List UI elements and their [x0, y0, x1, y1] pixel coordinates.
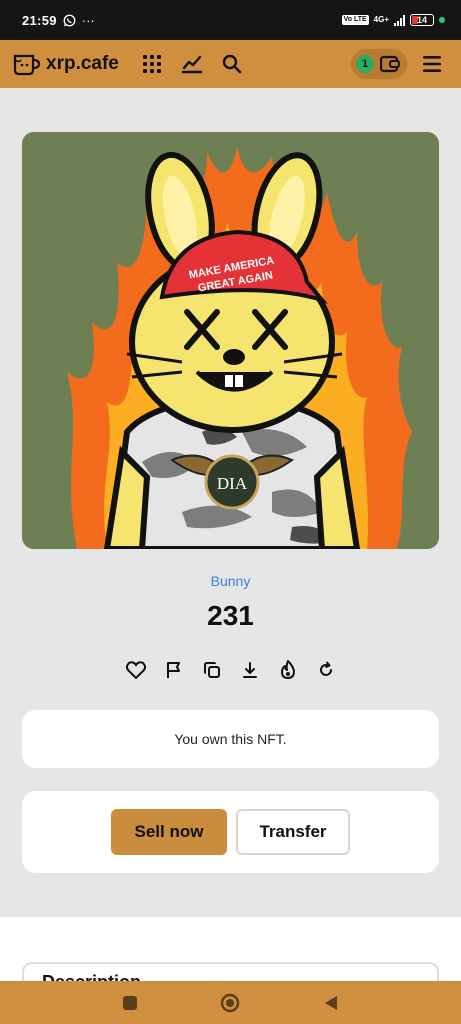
whatsapp-icon	[63, 14, 76, 26]
recent-apps-button[interactable]	[115, 988, 145, 1018]
heart-icon	[125, 661, 146, 679]
app-header: xrp.cafe 1	[0, 40, 461, 88]
burn-button[interactable]	[276, 658, 300, 682]
back-button[interactable]	[316, 988, 346, 1018]
more-notifications-indicator: ···	[81, 12, 95, 28]
system-nav-bar	[0, 981, 461, 1024]
menu-button[interactable]	[415, 47, 449, 81]
download-button[interactable]	[238, 658, 262, 682]
sell-now-button[interactable]: Sell now	[111, 809, 227, 855]
nft-title: 231	[207, 600, 254, 631]
coffee-cup-icon	[13, 54, 41, 76]
trade-actions-card: Sell now Transfer	[22, 791, 439, 873]
bunny-artwork: MAKE AMERICA GREAT AGAIN DIA	[22, 132, 439, 549]
stats-button[interactable]	[175, 47, 209, 81]
battery-dot-indicator	[439, 17, 445, 23]
hamburger-menu-icon	[423, 56, 441, 72]
transfer-button[interactable]: Transfer	[236, 809, 350, 855]
signal-icon	[394, 14, 405, 26]
square-icon	[123, 995, 138, 1010]
collection-link[interactable]: Bunny	[0, 573, 461, 589]
back-triangle-icon	[324, 995, 337, 1010]
ownership-message: You own this NFT.	[174, 731, 287, 747]
chart-line-icon	[181, 55, 203, 74]
copy-button[interactable]	[200, 658, 224, 682]
badge-text: DIA	[217, 474, 248, 493]
battery-level: 14	[416, 14, 427, 25]
status-bar: 21:59 ··· Vo LTE 4G+ 14	[0, 0, 461, 40]
download-icon	[242, 662, 257, 678]
status-time: 21:59	[22, 12, 57, 28]
battery-icon: 14	[410, 14, 434, 26]
fire-icon	[280, 660, 295, 679]
flag-icon	[166, 662, 180, 678]
home-circle-icon	[221, 993, 240, 1012]
ownership-card: You own this NFT.	[22, 710, 439, 768]
search-icon	[222, 54, 242, 74]
favorite-button[interactable]	[124, 658, 148, 682]
report-button[interactable]	[162, 658, 186, 682]
grid-icon	[142, 55, 161, 73]
volte-indicator: Vo LTE	[341, 15, 369, 25]
refresh-icon	[319, 661, 332, 676]
wallet-count-badge: 1	[356, 55, 374, 73]
search-button[interactable]	[215, 47, 249, 81]
network-type: 4G+	[373, 15, 389, 24]
site-name: xrp.cafe	[46, 53, 119, 74]
home-button[interactable]	[215, 988, 245, 1018]
nft-image[interactable]: MAKE AMERICA GREAT AGAIN DIA	[22, 132, 439, 549]
wallet-button[interactable]: 1	[351, 49, 407, 79]
wallet-icon	[380, 55, 400, 73]
copy-icon	[203, 662, 220, 678]
apps-grid-button[interactable]	[135, 47, 169, 81]
site-logo[interactable]: xrp.cafe	[12, 52, 119, 76]
refresh-button[interactable]	[314, 658, 338, 682]
nft-actions-row	[0, 658, 461, 682]
